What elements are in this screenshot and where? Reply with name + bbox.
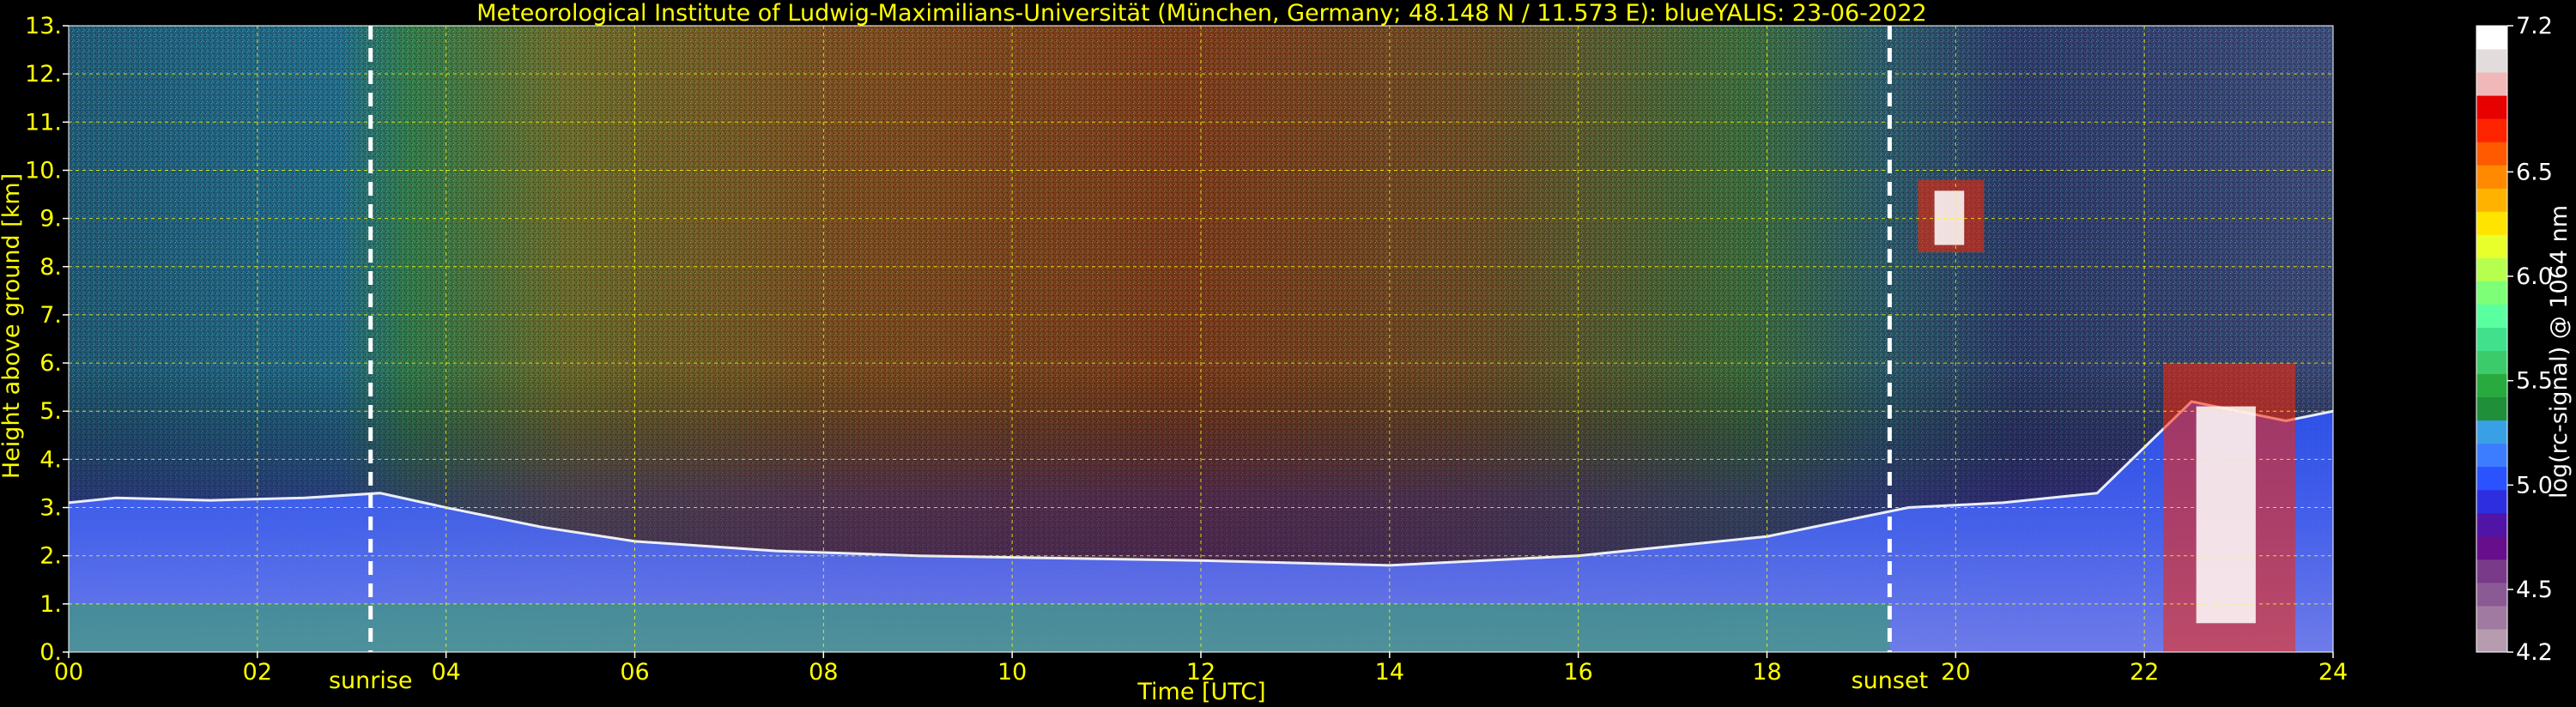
colorbar-segment — [2476, 443, 2507, 468]
colorbar-segment — [2476, 211, 2507, 235]
y-tick-label: 12. — [25, 61, 62, 88]
y-tick-label: 13. — [25, 13, 62, 39]
colorbar-segment — [2476, 234, 2507, 258]
colorbar-segment — [2476, 489, 2507, 514]
colorbar-segment — [2476, 466, 2507, 491]
near-ground-layer — [69, 603, 1890, 652]
colorbar-tick-label: 4.2 — [2516, 639, 2553, 666]
colorbar-segment — [2476, 72, 2507, 96]
cloud-core-0 — [1934, 190, 1965, 245]
y-tick-label: 11. — [25, 109, 62, 136]
colorbar-segment — [2476, 420, 2507, 444]
x-axis-label: Time [UTC] — [1136, 679, 1265, 705]
x-tick-label: 16 — [1563, 659, 1592, 686]
colorbar-segment — [2476, 512, 2507, 537]
lidar-plot-area — [69, 26, 2333, 652]
colorbar-segment — [2476, 26, 2507, 50]
x-tick-label: 02 — [243, 659, 272, 686]
lidar-figure: 00 02 04 06 08 10 12 14 16 18 20 22 24 0.1.2.3.4.5.6… — [0, 0, 2573, 705]
colorbar-tick-label: 4.5 — [2516, 577, 2553, 603]
colorbar-segment — [2476, 559, 2507, 583]
colorbar-segment — [2476, 257, 2507, 281]
x-tick-label: 24 — [2318, 659, 2348, 686]
y-tick-label: 2. — [39, 543, 62, 570]
colorbar-segment — [2476, 49, 2507, 73]
sunset-label: sunset — [1852, 668, 1929, 694]
colorbar-segment — [2476, 118, 2507, 142]
x-tick-label: 10 — [997, 659, 1027, 686]
colorbar-tick-label: 7.2 — [2516, 13, 2553, 39]
sun-event-labels: sunrise sunset — [329, 668, 1928, 694]
y-tick-label: 3. — [39, 495, 62, 522]
y-axis-label: Height above ground [km] — [0, 173, 25, 479]
colorbar-segment — [2476, 188, 2507, 212]
y-tick-label: 7. — [39, 302, 62, 329]
colorbar-segment — [2476, 582, 2507, 607]
y-tick-label: 1. — [39, 591, 62, 618]
colorbar-segment — [2476, 95, 2507, 119]
colorbar-segment — [2476, 165, 2507, 189]
colorbar-segment — [2476, 304, 2507, 328]
colorbar — [2476, 25, 2508, 653]
colorbar-segment — [2476, 605, 2507, 630]
x-tick-label: 06 — [620, 659, 649, 686]
x-tick-label: 20 — [1941, 659, 1970, 686]
colorbar-segment — [2476, 350, 2507, 375]
colorbar-label: log(rc-signal) @ 1064 nm — [2546, 205, 2573, 499]
x-tick-label: 14 — [1375, 659, 1404, 686]
y-tick-label: 9. — [39, 206, 62, 233]
x-tick-label: 08 — [809, 659, 838, 686]
y-tick-label: 4. — [39, 446, 62, 473]
y-tick-label: 0. — [39, 639, 62, 666]
colorbar-segment — [2476, 373, 2507, 398]
colorbar-segment — [2476, 327, 2507, 352]
colorbar-segment — [2476, 535, 2507, 560]
colorbar-segment — [2476, 281, 2507, 305]
x-tick-label: 04 — [431, 659, 460, 686]
x-tick-label: 22 — [2130, 659, 2159, 686]
y-tick-label: 5. — [39, 398, 62, 425]
y-tick-label: 8. — [39, 254, 62, 281]
colorbar-segment — [2476, 628, 2507, 653]
y-tick-label: 6. — [39, 350, 62, 377]
x-tick-label: 18 — [1752, 659, 1781, 686]
cloud-core-1 — [2196, 406, 2256, 624]
chart-title: Meteorological Institute of Ludwig-Maxim… — [476, 0, 1926, 27]
colorbar-segment — [2476, 396, 2507, 421]
sunrise-label: sunrise — [329, 668, 413, 694]
colorbar-tick-label: 6.5 — [2516, 159, 2553, 185]
y-tick-label: 10. — [25, 157, 62, 184]
y-axis: 0. 1. 2. 3. 4. 5. 6. 7. 8. 9. 10. 11. 12. 13. — [25, 13, 69, 666]
colorbar-segment — [2476, 142, 2507, 166]
